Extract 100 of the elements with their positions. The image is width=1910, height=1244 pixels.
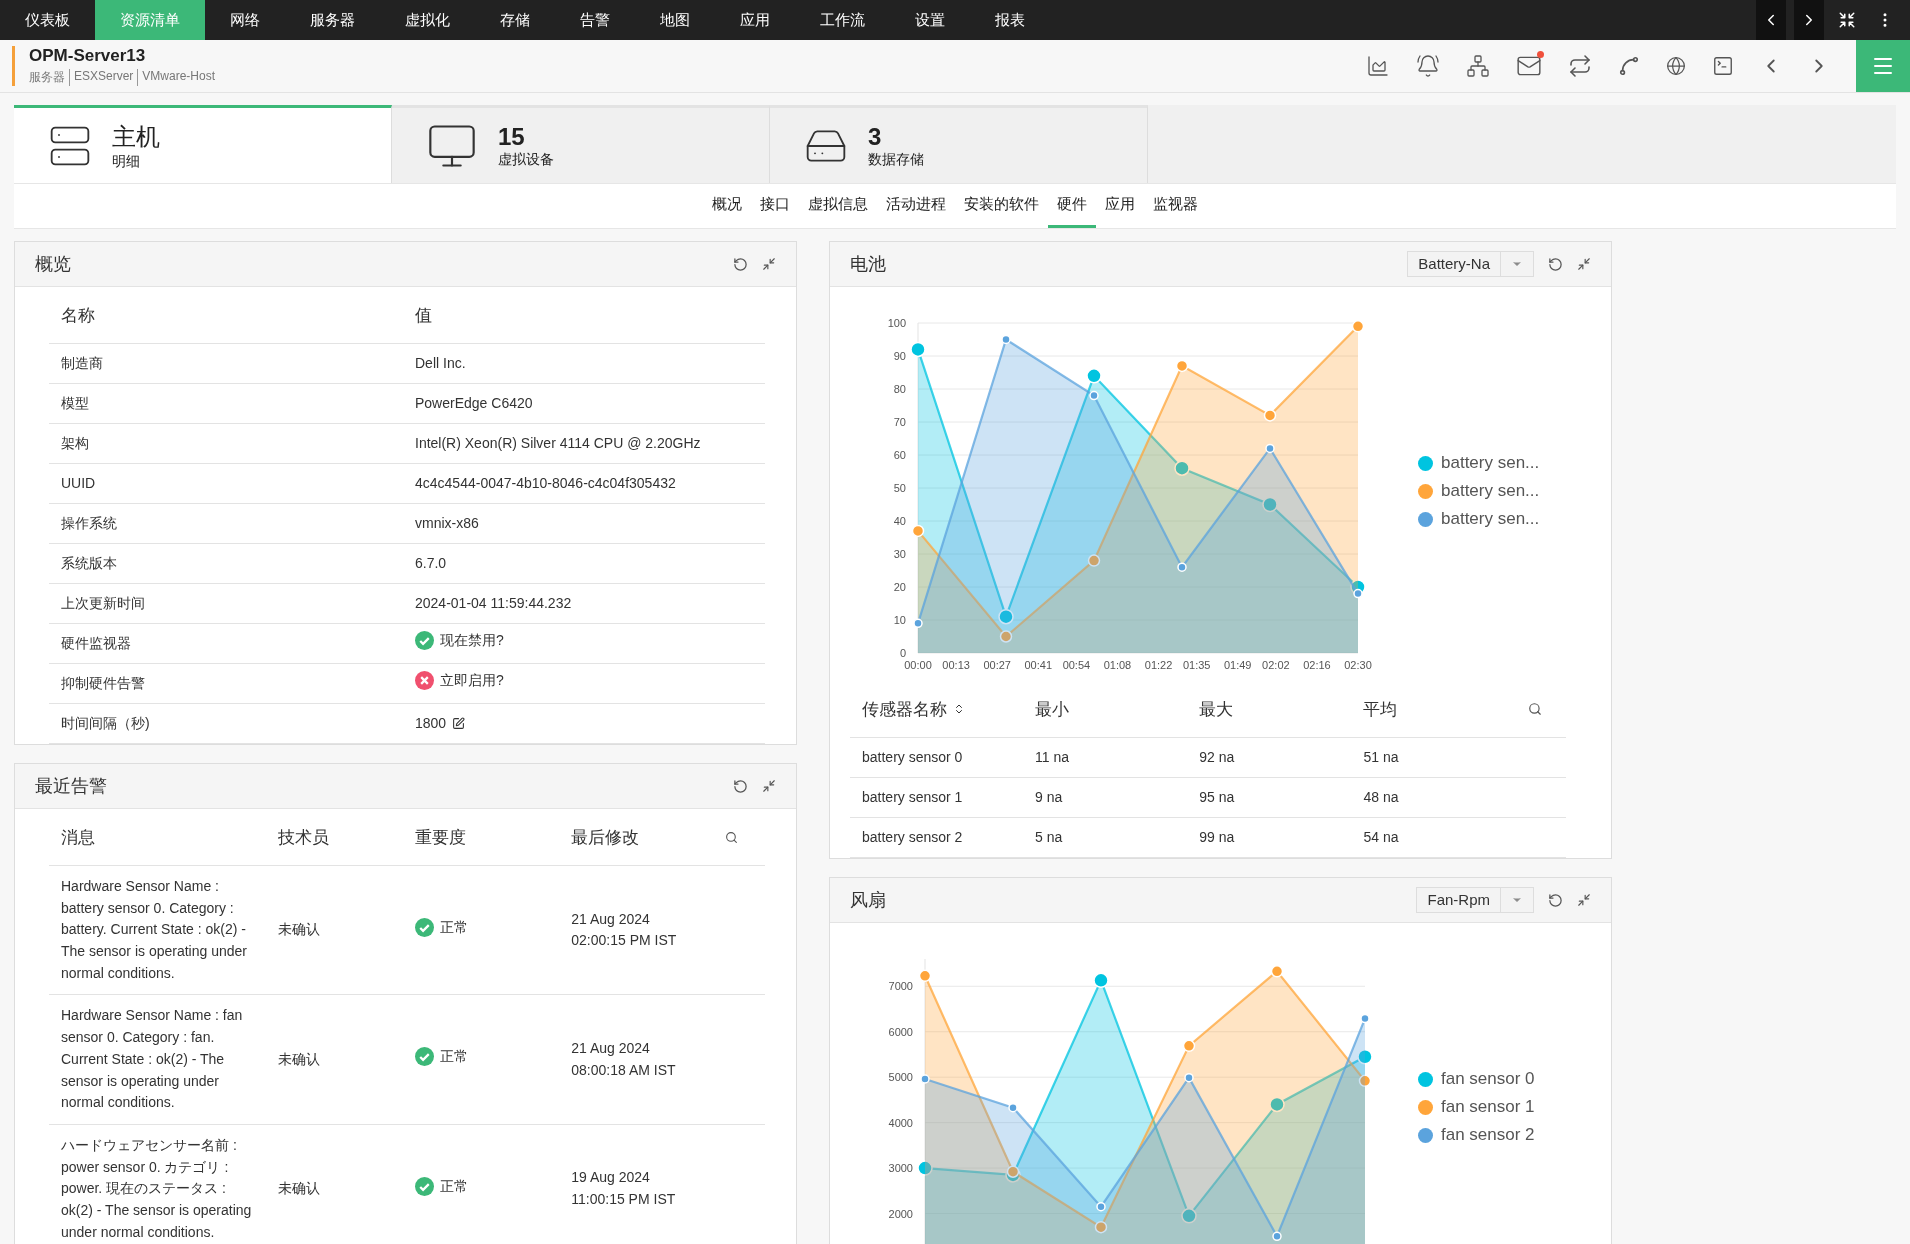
axis-tick-label: 5000 [888,1071,913,1084]
nav-tab[interactable]: 报表 [970,0,1050,40]
severity-text: 正常 [439,1176,468,1196]
legend-label: fan sensor 0 [1441,1069,1535,1089]
nav-tab[interactable]: 存储 [475,0,555,40]
minimize-icon[interactable] [762,257,776,271]
sub-tab[interactable]: 硬件 [1048,184,1096,228]
breadcrumb[interactable]: ESXServer [69,69,138,86]
nav-tab[interactable]: 告警 [555,0,635,40]
nav-tab[interactable]: 设置 [890,0,970,40]
summary-tab[interactable]: 主机 明细 [14,105,392,183]
severity-text: 正常 [439,1047,468,1067]
search-icon[interactable] [725,830,739,844]
axis-tick-label: 00:00 [904,659,932,671]
axis-tick-label: 01:08 [1103,659,1132,671]
refresh-icon[interactable] [1548,256,1563,272]
breadcrumb[interactable]: VMware-Host [137,69,220,86]
axis-tick-label: 00:41 [1024,659,1053,671]
sub-tab[interactable]: 虚拟信息 [799,184,877,228]
summary-tab[interactable]: 3 数据存储 [770,105,1148,183]
summary-title: 主机 [112,121,160,152]
terminal-icon[interactable] [1712,55,1734,77]
nav-tab[interactable]: 网络 [205,0,285,40]
table-cell: 92 na [1187,737,1352,778]
refresh-icon[interactable] [733,256,748,272]
table-cell: 硬件监视器 [49,623,403,664]
point [1184,1072,1194,1083]
table-cell: 95 na [1187,777,1352,818]
search-icon[interactable] [1527,702,1542,716]
axis-tick-label: 02:16 [1303,659,1331,671]
point [920,1074,930,1084]
axis-tick-label: 00:13 [942,659,970,671]
time-text: 08:00:18 AM IST [571,1060,677,1080]
check-icon [414,1176,434,1196]
value-text: 1800 [415,713,447,733]
table-cell: 51 na [1351,737,1566,778]
sub-tab[interactable]: 概况 [703,184,751,228]
nav-tab[interactable]: 地图 [635,0,715,40]
summary-subtitle: 虚拟设备 [498,150,554,169]
summary-title: 15 [498,122,526,151]
alarm-icon[interactable] [1416,54,1440,78]
axis-tick-label: 80 [893,383,906,395]
axis-tick-label: 20 [893,581,906,593]
summary-subtitle: 明细 [112,152,141,171]
minimize-icon[interactable] [1577,257,1591,271]
table-cell: battery sensor 0 [850,737,1024,778]
axis-tick-label: 01:49 [1223,659,1252,671]
minimize-icon[interactable] [762,779,776,793]
sub-tab[interactable]: 活动进程 [877,184,955,228]
table-cell: 抑制硬件告警 [49,663,403,704]
graph-icon[interactable] [1618,55,1640,77]
axis-tick-label: 90 [893,350,906,362]
table-cell: 11 na [1023,737,1188,778]
column-header: 重要度 [402,809,560,866]
sensor-dropdown[interactable]: Battery-Na [1407,251,1534,277]
point [1096,1201,1106,1212]
sub-tab[interactable]: 接口 [751,184,799,228]
column-header: 消息 [49,809,267,866]
table-cell: battery sensor 1 [850,777,1024,818]
nav-tab[interactable]: 工作流 [795,0,890,40]
point [1358,1074,1372,1088]
refresh-icon[interactable] [1548,892,1563,908]
axis-tick-label: 10 [893,614,906,626]
column-header: 技术员 [266,809,403,866]
point [1263,409,1277,422]
nav-tab[interactable]: 应用 [715,0,795,40]
breadcrumb[interactable]: 服务器 [29,69,69,86]
minimize-icon[interactable] [1577,893,1591,907]
area-chart-icon[interactable] [1366,54,1390,78]
nav-tab[interactable]: 服务器 [285,0,380,40]
status-link[interactable]: 立即启用? [440,670,504,692]
point [998,608,1014,625]
value-text: 2024-01-04 11:59:44.232 [415,594,572,611]
sub-tab[interactable]: 安装的软件 [955,184,1048,228]
date-text: 21 Aug 2024 [571,909,651,929]
summary-tab[interactable]: 15 虚拟设备 [392,105,770,183]
repeat-icon[interactable] [1568,54,1592,78]
nav-tab[interactable]: 虚拟化 [380,0,475,40]
point [1182,1039,1196,1053]
legend-label: battery sen... [1441,481,1540,501]
severity-text: 正常 [439,917,468,937]
globe-icon[interactable] [1666,56,1686,76]
point [1181,1208,1197,1224]
sub-tab[interactable]: 应用 [1096,184,1144,228]
edit-icon[interactable] [452,717,466,730]
sort-icon[interactable] [953,703,965,715]
table-cell: 架构 [49,423,403,464]
axis-tick-label: 50 [893,482,906,494]
network-icon[interactable] [1466,54,1490,78]
sub-tab[interactable]: 监视器 [1144,184,1207,228]
summary-subtitle: 数据存储 [868,150,924,169]
column-header: 最小 [1023,681,1188,738]
status-link[interactable]: 现在禁用? [440,630,504,652]
nav-tab[interactable]: 仪表板 [0,0,95,40]
axis-tick-label: 4000 [888,1116,913,1129]
refresh-icon[interactable] [733,778,748,794]
date-text: 21 Aug 2024 [571,1038,651,1058]
sensor-dropdown[interactable]: Fan-Rpm [1416,887,1534,913]
point [911,524,925,538]
value-text: 6.7.0 [415,554,447,571]
